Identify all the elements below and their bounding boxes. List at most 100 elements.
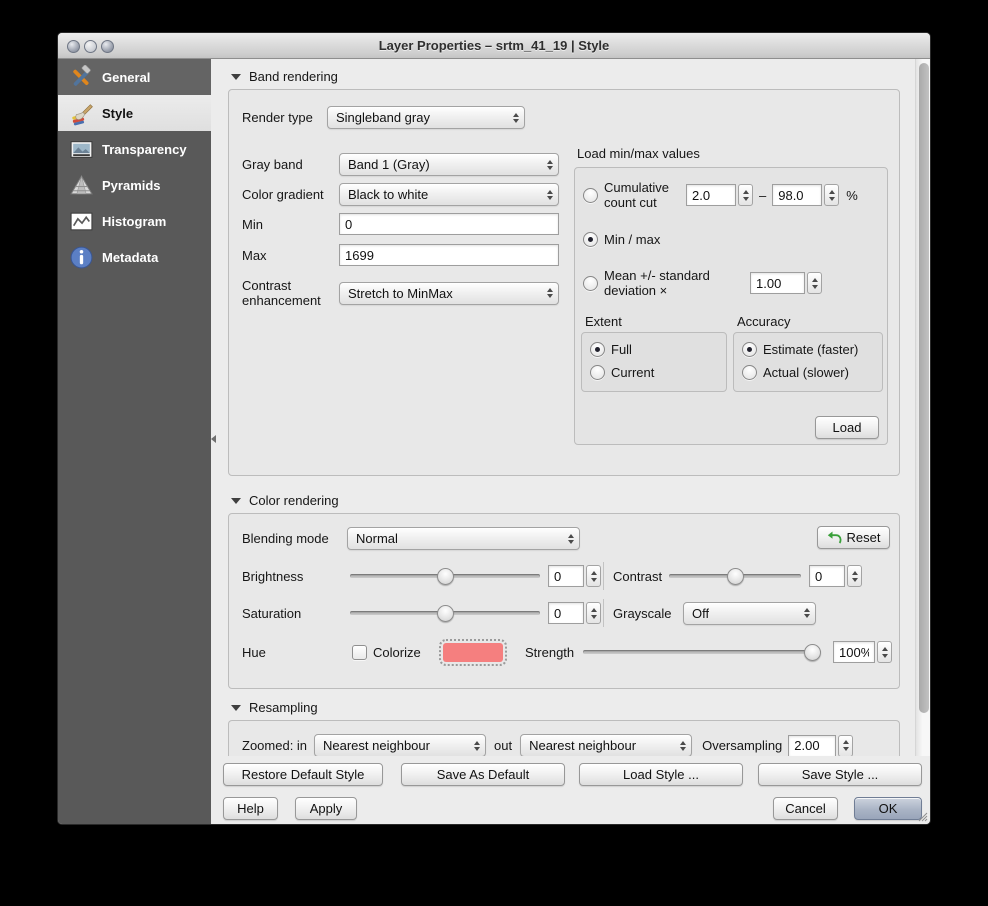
- strength-stepper[interactable]: [877, 641, 892, 663]
- extent-current-label: Current: [611, 365, 655, 380]
- stddev-input[interactable]: [750, 272, 805, 294]
- contrast-slider[interactable]: [669, 566, 801, 586]
- cancel-button[interactable]: Cancel: [773, 797, 838, 820]
- colorize-checkbox[interactable]: [352, 644, 367, 660]
- saturation-input[interactable]: [548, 602, 584, 624]
- band-rendering-header[interactable]: Band rendering: [231, 69, 338, 84]
- grayscale-select[interactable]: Off: [683, 601, 816, 625]
- zoomed-in-label: Zoomed: in: [242, 738, 308, 753]
- strength-slider[interactable]: [583, 642, 821, 662]
- zoomed-in-select[interactable]: Nearest neighbour: [314, 734, 486, 756]
- colorize-label: Colorize: [373, 644, 421, 660]
- apply-button[interactable]: Apply: [295, 797, 357, 820]
- accuracy-estimate-radio[interactable]: [742, 342, 757, 357]
- save-as-default-button[interactable]: Save As Default: [401, 763, 565, 786]
- stddev-stepper[interactable]: [807, 272, 822, 294]
- gray-band-select[interactable]: Band 1 (Gray): [339, 153, 559, 176]
- reset-button[interactable]: Reset: [817, 526, 890, 549]
- brightness-slider[interactable]: [350, 566, 540, 586]
- min-label: Min: [242, 216, 263, 232]
- save-style-button[interactable]: Save Style ...: [758, 763, 922, 786]
- accuracy-header: Accuracy: [737, 314, 791, 329]
- ok-button[interactable]: OK: [854, 797, 922, 820]
- band-rendering-group: Render type Singleband gray Gray band Ba…: [228, 89, 900, 476]
- resize-grip-icon[interactable]: [916, 810, 928, 822]
- blending-mode-select[interactable]: Normal: [347, 527, 580, 550]
- sidebar: General Style Transparency Pyramids Hist…: [58, 59, 211, 824]
- sidebar-item-general[interactable]: General: [58, 59, 211, 95]
- vertical-scrollbar[interactable]: [915, 59, 930, 756]
- sidebar-item-style[interactable]: Style: [58, 95, 211, 131]
- saturation-stepper[interactable]: [586, 602, 601, 624]
- sidebar-item-pyramids[interactable]: Pyramids: [58, 167, 211, 203]
- restore-default-style-button[interactable]: Restore Default Style: [223, 763, 383, 786]
- minimize-button[interactable]: [84, 40, 97, 53]
- accuracy-actual-radio[interactable]: [742, 365, 757, 380]
- sidebar-item-label: Histogram: [102, 213, 167, 229]
- color-rendering-header[interactable]: Color rendering: [231, 493, 339, 508]
- title-bar[interactable]: Layer Properties – srtm_41_19 | Style: [58, 33, 930, 59]
- mean-stddev-radio[interactable]: [583, 275, 598, 291]
- contrast-stepper[interactable]: [847, 565, 862, 587]
- slider-thumb[interactable]: [803, 643, 821, 661]
- min-max-radio[interactable]: [583, 232, 598, 247]
- sidebar-item-histogram[interactable]: Histogram: [58, 203, 211, 239]
- mean-stddev-label: Mean +/- standard deviation ×: [604, 268, 710, 298]
- max-input[interactable]: [339, 244, 559, 266]
- accuracy-group: Estimate (faster) Actual (slower): [733, 332, 883, 392]
- slider-thumb[interactable]: [436, 604, 454, 622]
- contrast-input[interactable]: [809, 565, 845, 587]
- load-minmax-header: Load min/max values: [577, 146, 700, 161]
- sidebar-item-metadata[interactable]: Metadata: [58, 239, 211, 275]
- extent-current-radio[interactable]: [590, 365, 605, 380]
- popup-arrows-icon: [562, 533, 574, 544]
- cumulative-max-stepper[interactable]: [824, 184, 840, 206]
- histogram-icon: [70, 212, 93, 230]
- help-button[interactable]: Help: [223, 797, 278, 820]
- info-icon: [70, 246, 93, 268]
- color-gradient-select[interactable]: Black to white: [339, 183, 559, 206]
- sidebar-item-label: Metadata: [102, 249, 159, 265]
- cumulative-min-stepper[interactable]: [738, 184, 753, 206]
- contrast-enhancement-select[interactable]: Stretch to MinMax: [339, 281, 559, 305]
- cumulative-max-input[interactable]: [772, 184, 823, 206]
- slider-thumb[interactable]: [436, 567, 454, 585]
- load-button[interactable]: Load: [815, 416, 879, 439]
- load-style-button[interactable]: Load Style ...: [579, 763, 743, 786]
- render-type-select[interactable]: Singleband gray: [327, 106, 525, 129]
- collapse-triangle-icon[interactable]: [231, 497, 241, 504]
- layer-properties-dialog: Layer Properties – srtm_41_19 | Style Ge…: [57, 32, 931, 825]
- slider-thumb[interactable]: [726, 567, 744, 585]
- brightness-stepper[interactable]: [586, 565, 601, 587]
- cumulative-min-input[interactable]: [686, 184, 736, 206]
- sidebar-item-transparency[interactable]: Transparency: [58, 131, 211, 167]
- popup-arrows-icon: [674, 740, 687, 751]
- min-max-label: Min / max: [604, 232, 661, 247]
- colorize-color-swatch[interactable]: [439, 638, 507, 666]
- brightness-input[interactable]: [548, 565, 584, 587]
- strength-input[interactable]: [833, 641, 875, 663]
- style-scroll-area: Band rendering Render type Singleband gr…: [211, 59, 930, 756]
- render-type-label: Render type: [242, 110, 313, 125]
- oversampling-input[interactable]: [788, 734, 837, 756]
- extent-full-label: Full: [611, 342, 632, 357]
- zoom-button[interactable]: [101, 40, 114, 53]
- brightness-label: Brightness: [242, 568, 304, 584]
- saturation-slider[interactable]: [350, 603, 540, 623]
- collapse-triangle-icon[interactable]: [231, 704, 241, 711]
- sidebar-item-label: Transparency: [102, 141, 187, 157]
- zoomed-out-select[interactable]: Nearest neighbour: [520, 734, 693, 756]
- cumulative-count-cut-radio[interactable]: [583, 187, 598, 203]
- contrast-enhancement-label: Contrast enhancement: [242, 278, 321, 308]
- extent-full-radio[interactable]: [590, 342, 605, 357]
- collapse-triangle-icon[interactable]: [231, 73, 241, 80]
- undo-icon: [827, 531, 842, 544]
- resampling-header[interactable]: Resampling: [231, 700, 318, 715]
- oversampling-stepper[interactable]: [838, 734, 854, 756]
- close-button[interactable]: [67, 40, 80, 53]
- color-gradient-label: Color gradient: [242, 187, 324, 202]
- min-input[interactable]: [339, 213, 559, 235]
- splitter-handle-icon[interactable]: [211, 435, 216, 443]
- scrollbar-thumb[interactable]: [919, 63, 929, 713]
- max-label: Max: [242, 247, 267, 263]
